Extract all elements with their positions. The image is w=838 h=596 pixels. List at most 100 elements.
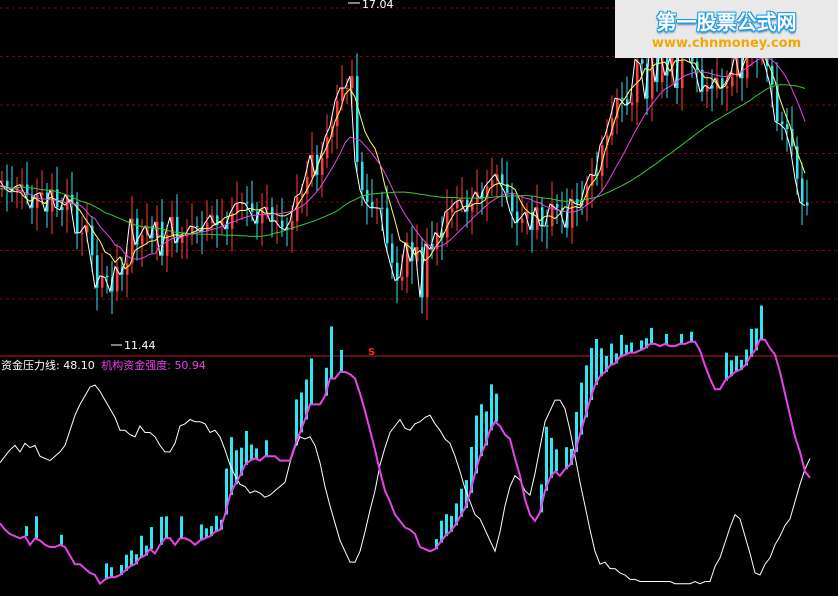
candle-body bbox=[36, 194, 39, 208]
candle-body bbox=[401, 276, 404, 281]
candle-body bbox=[101, 275, 104, 288]
candle-body bbox=[251, 203, 254, 212]
candle-body bbox=[126, 263, 129, 275]
strength-bar bbox=[555, 449, 558, 472]
strength-line-name: 机构资金强度: bbox=[101, 359, 171, 372]
candle-body bbox=[491, 180, 494, 187]
strength-bar bbox=[600, 348, 603, 377]
candle-body bbox=[801, 178, 804, 203]
strength-bar bbox=[60, 534, 63, 545]
strength-bar bbox=[130, 550, 133, 567]
stock-chart[interactable]: 17.04 11.44 S bbox=[0, 0, 838, 596]
strength-bar bbox=[180, 516, 183, 539]
candle-body bbox=[636, 59, 639, 103]
strength-bar bbox=[680, 333, 683, 344]
indicator-lines bbox=[0, 338, 811, 586]
strength-bar bbox=[690, 331, 693, 342]
candle-body bbox=[41, 192, 44, 195]
pressure-line-name: 资金压力线: bbox=[1, 359, 60, 372]
watermark-logo: 第一股票公式网 www.chnmoney.com bbox=[615, 0, 838, 58]
moving-average-lines bbox=[0, 38, 806, 298]
candle-body bbox=[356, 76, 359, 162]
watermark-url: www.chnmoney.com bbox=[651, 36, 802, 51]
strength-line bbox=[0, 338, 811, 586]
strength-bar bbox=[620, 334, 623, 357]
strength-bar bbox=[630, 342, 633, 353]
candle-body bbox=[456, 202, 459, 209]
strength-bar bbox=[595, 338, 598, 385]
candle-body bbox=[541, 207, 544, 226]
low-marker: 11.44 bbox=[111, 339, 156, 352]
strength-bar bbox=[310, 358, 313, 405]
candle-body bbox=[786, 124, 789, 129]
candle-body bbox=[281, 220, 284, 228]
strength-bar bbox=[140, 535, 143, 558]
candle-body bbox=[246, 202, 249, 204]
candle-body bbox=[81, 232, 84, 234]
candle-body bbox=[556, 204, 559, 208]
strength-bar bbox=[110, 567, 113, 578]
candle-body bbox=[806, 202, 809, 206]
indicator-legend: 资金压力线: 48.10 机构资金强度: 50.94 bbox=[1, 359, 206, 372]
candle-body bbox=[621, 98, 624, 100]
high-marker: 17.04 bbox=[348, 0, 394, 11]
strength-line-value: 50.94 bbox=[174, 359, 206, 372]
candle-body bbox=[321, 158, 324, 175]
pressure-line-value: 48.10 bbox=[63, 359, 95, 372]
candle-body bbox=[631, 102, 634, 106]
strength-bar bbox=[25, 526, 28, 537]
candle-body bbox=[426, 243, 429, 298]
candle-body bbox=[141, 235, 144, 245]
candle-body bbox=[386, 208, 389, 244]
candle-body bbox=[731, 76, 734, 87]
strength-bar bbox=[340, 350, 343, 372]
strength-bar bbox=[610, 343, 613, 366]
candle-body bbox=[1, 180, 4, 182]
strength-bar bbox=[545, 426, 548, 491]
strength-bar bbox=[550, 437, 553, 478]
ma-mid-line bbox=[0, 48, 806, 270]
strength-bar bbox=[255, 448, 258, 459]
candle-body bbox=[521, 218, 524, 223]
strength-bar bbox=[250, 444, 253, 461]
strength-bar bbox=[665, 333, 668, 344]
sell-signal-marker: S bbox=[368, 347, 375, 358]
candle-body bbox=[551, 204, 554, 227]
candle-body bbox=[196, 226, 199, 228]
ma-slow-line bbox=[0, 57, 806, 260]
strength-bar bbox=[105, 563, 108, 580]
candle-body bbox=[391, 243, 394, 263]
high-marker-label: 17.04 bbox=[362, 0, 394, 11]
candle-body bbox=[501, 174, 504, 185]
strength-bar bbox=[245, 430, 248, 465]
candle-body bbox=[366, 189, 369, 202]
strength-bar bbox=[35, 516, 38, 539]
candle-body bbox=[571, 199, 574, 228]
watermark-title: 第一股票公式网 bbox=[656, 10, 797, 34]
strength-bar bbox=[330, 326, 333, 379]
strength-bar bbox=[490, 384, 493, 431]
strength-bar bbox=[760, 305, 763, 340]
candle-body bbox=[641, 59, 644, 64]
pressure-line bbox=[0, 384, 811, 585]
candle-body bbox=[276, 220, 279, 222]
strength-bar bbox=[735, 356, 738, 372]
candle-body bbox=[451, 208, 454, 213]
candle-body bbox=[361, 161, 364, 190]
candle-body bbox=[61, 207, 64, 210]
candle-body bbox=[371, 201, 374, 208]
ma-long-line bbox=[0, 84, 806, 237]
candle-body bbox=[106, 275, 109, 278]
strength-bar bbox=[725, 352, 728, 381]
strength-bar bbox=[265, 440, 268, 457]
candle-body bbox=[781, 121, 784, 125]
candle-body bbox=[381, 207, 384, 209]
low-marker-label: 11.44 bbox=[124, 339, 156, 352]
strength-bar bbox=[495, 393, 498, 422]
candle-body bbox=[726, 86, 729, 89]
candle-body bbox=[351, 76, 354, 88]
candle-body bbox=[346, 87, 349, 89]
candle-body bbox=[546, 225, 549, 227]
strength-bar bbox=[215, 515, 218, 532]
candle-body bbox=[266, 207, 269, 210]
